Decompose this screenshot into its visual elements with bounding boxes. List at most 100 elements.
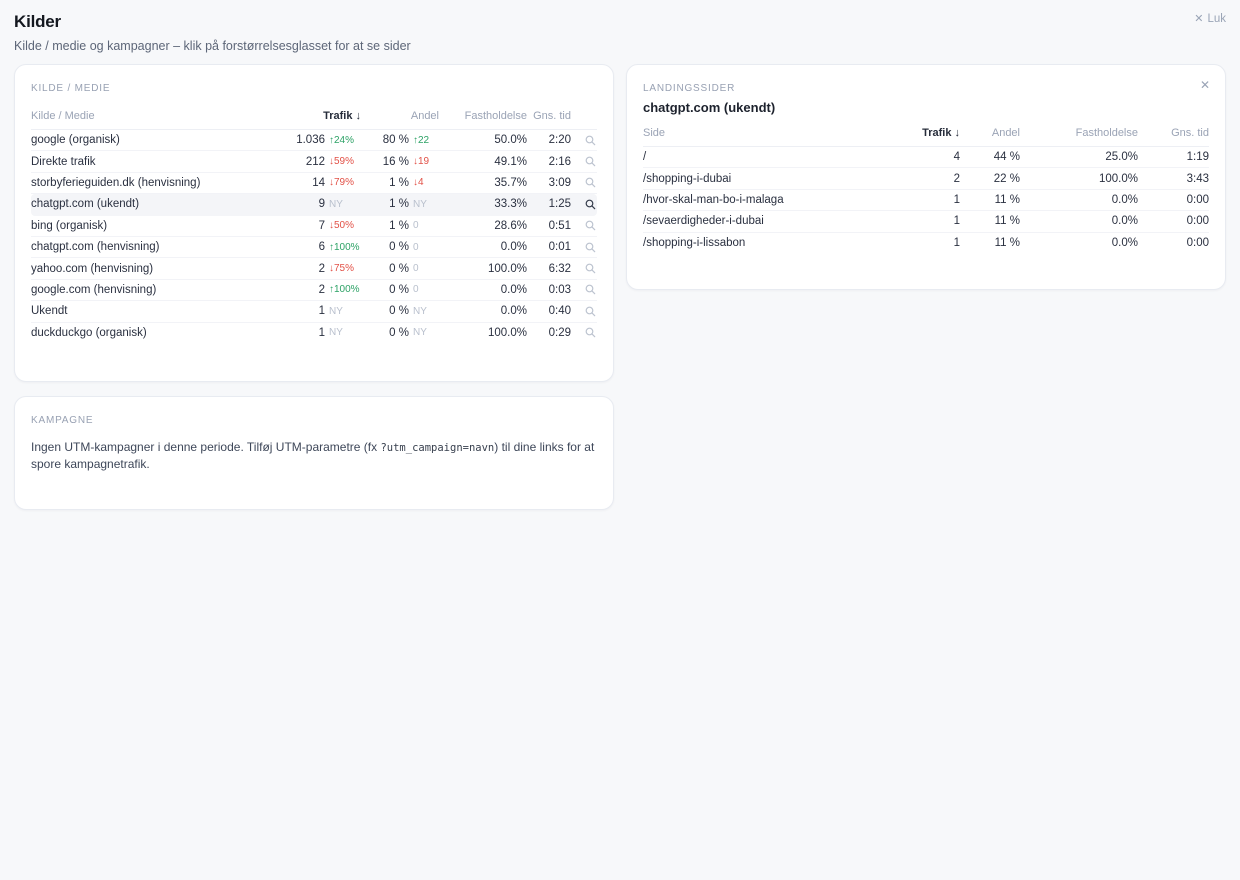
- column-header-trafik[interactable]: Trafik ↓: [900, 127, 960, 139]
- column-header-trafik[interactable]: Trafik ↓: [270, 110, 361, 122]
- avg-time-value: 2:20: [527, 134, 571, 146]
- magnifier-button[interactable]: [585, 156, 597, 167]
- magnifier-button[interactable]: [585, 263, 597, 274]
- share-value: 0 %: [361, 305, 409, 317]
- magnifier-button[interactable]: [585, 284, 597, 295]
- page-subtitle: Kilde / medie og kampagner – klik på for…: [14, 39, 1226, 53]
- share-value: 0 %: [361, 241, 409, 253]
- retention-value: 50.0%: [439, 134, 527, 146]
- retention-value: 0.0%: [439, 241, 527, 253]
- table-row: chatgpt.com (henvisning)6↑100%0 %00.0%0:…: [31, 237, 597, 258]
- magnifier-button[interactable]: [585, 135, 597, 146]
- avg-time-value: 0:51: [527, 220, 571, 232]
- share-change: NY: [409, 306, 439, 317]
- row-actions: [571, 220, 597, 231]
- avg-time-value: 2:16: [527, 156, 571, 168]
- traffic-value: 14: [270, 177, 325, 189]
- traffic-value: 1: [900, 194, 960, 206]
- table-row: /shopping-i-lissabon111 %0.0%0:00: [643, 233, 1209, 254]
- traffic-change: NY: [325, 327, 361, 338]
- magnifier-icon: [585, 242, 596, 253]
- campaign-panel-label: KAMPAGNE: [31, 415, 597, 426]
- row-actions: [571, 306, 597, 317]
- share-value: 11 %: [960, 194, 1020, 206]
- retention-value: 0.0%: [1020, 194, 1138, 206]
- source-name: yahoo.com (henvisning): [31, 263, 270, 275]
- table-row: google (organisk)1.036↑24%80 %↑2250.0%2:…: [31, 130, 597, 151]
- table-row: /444 %25.0%1:19: [643, 147, 1209, 168]
- magnifier-button[interactable]: [585, 242, 597, 253]
- table-row: duckduckgo (organisk)1NY0 %NY100.0%0:29: [31, 323, 597, 344]
- table-row: Ukendt1NY0 %NY0.0%0:40: [31, 301, 597, 322]
- share-change: NY: [409, 327, 439, 338]
- avg-time-value: 3:09: [527, 177, 571, 189]
- share-value: 1 %: [361, 198, 409, 210]
- avg-time-value: 0:00: [1138, 237, 1209, 249]
- row-actions: [571, 242, 597, 253]
- column-header-kilde-medie[interactable]: Kilde / Medie: [31, 110, 270, 122]
- traffic-value: 1: [900, 215, 960, 227]
- source-name: chatgpt.com (henvisning): [31, 241, 270, 253]
- share-change: NY: [409, 199, 439, 210]
- avg-time-value: 0:40: [527, 305, 571, 317]
- traffic-value: 7: [270, 220, 325, 232]
- avg-time-value: 0:00: [1138, 194, 1209, 206]
- close-button[interactable]: ✕ Luk: [1194, 13, 1226, 25]
- share-value: 11 %: [960, 215, 1020, 227]
- share-value: 11 %: [960, 237, 1020, 249]
- share-value: 0 %: [361, 284, 409, 296]
- source-name: chatgpt.com (ukendt): [31, 198, 270, 210]
- traffic-value: 1: [900, 237, 960, 249]
- magnifier-icon: [585, 135, 596, 146]
- share-value: 16 %: [361, 156, 409, 168]
- landing-table-body: /444 %25.0%1:19/shopping-i-dubai222 %100…: [643, 147, 1209, 254]
- magnifier-icon: [585, 156, 596, 167]
- source-medium-panel: KILDE / MEDIE Kilde / Medie Trafik ↓ And…: [14, 64, 614, 382]
- close-icon: ✕: [1200, 78, 1210, 92]
- magnifier-button[interactable]: [585, 177, 597, 188]
- table-row: bing (organisk)7↓50%1 %028.6%0:51: [31, 216, 597, 237]
- magnifier-icon: [585, 327, 596, 338]
- close-label: Luk: [1207, 13, 1226, 25]
- avg-time-value: 0:29: [527, 327, 571, 339]
- column-header-gns-tid[interactable]: Gns. tid: [527, 110, 571, 122]
- column-header-fastholdelse[interactable]: Fastholdelse: [439, 110, 527, 122]
- page-path: /shopping-i-lissabon: [643, 237, 900, 249]
- row-actions: [571, 199, 597, 210]
- retention-value: 35.7%: [439, 177, 527, 189]
- column-header-side[interactable]: Side: [643, 127, 900, 139]
- share-change: 0: [409, 242, 439, 253]
- traffic-change: ↓75%: [325, 263, 361, 274]
- magnifier-button[interactable]: [585, 220, 597, 231]
- landing-table-header: Side Trafik ↓ Andel Fastholdelse Gns. ti…: [643, 127, 1209, 147]
- magnifier-button[interactable]: [585, 327, 597, 338]
- column-header-gns-tid[interactable]: Gns. tid: [1138, 127, 1209, 139]
- utm-parameter-code: ?utm_campaign=navn: [380, 442, 494, 454]
- magnifier-icon: [585, 263, 596, 274]
- share-change: 0: [409, 220, 439, 231]
- magnifier-button[interactable]: [585, 199, 597, 210]
- column-header-fastholdelse[interactable]: Fastholdelse: [1020, 127, 1138, 139]
- share-value: 0 %: [361, 263, 409, 275]
- traffic-value: 1: [270, 327, 325, 339]
- traffic-change: ↓50%: [325, 220, 361, 231]
- page-path: /: [643, 151, 900, 163]
- source-name: duckduckgo (organisk): [31, 327, 270, 339]
- share-value: 44 %: [960, 151, 1020, 163]
- traffic-value: 212: [270, 156, 325, 168]
- page-path: /hvor-skal-man-bo-i-malaga: [643, 194, 900, 206]
- avg-time-value: 1:19: [1138, 151, 1209, 163]
- campaign-panel: KAMPAGNE Ingen UTM-kampagner i denne per…: [14, 396, 614, 510]
- page-header: Kilder Kilde / medie og kampagner – klik…: [0, 0, 1240, 53]
- magnifier-button[interactable]: [585, 306, 597, 317]
- column-header-andel[interactable]: Andel: [960, 127, 1020, 139]
- share-value: 80 %: [361, 134, 409, 146]
- magnifier-icon: [585, 284, 596, 295]
- column-header-andel[interactable]: Andel: [361, 110, 439, 122]
- share-change: ↓19: [409, 156, 439, 167]
- landing-panel-close-button[interactable]: ✕: [1200, 79, 1210, 91]
- row-actions: [571, 135, 597, 146]
- source-table-header: Kilde / Medie Trafik ↓ Andel Fastholdels…: [31, 110, 597, 130]
- retention-value: 28.6%: [439, 220, 527, 232]
- retention-value: 33.3%: [439, 198, 527, 210]
